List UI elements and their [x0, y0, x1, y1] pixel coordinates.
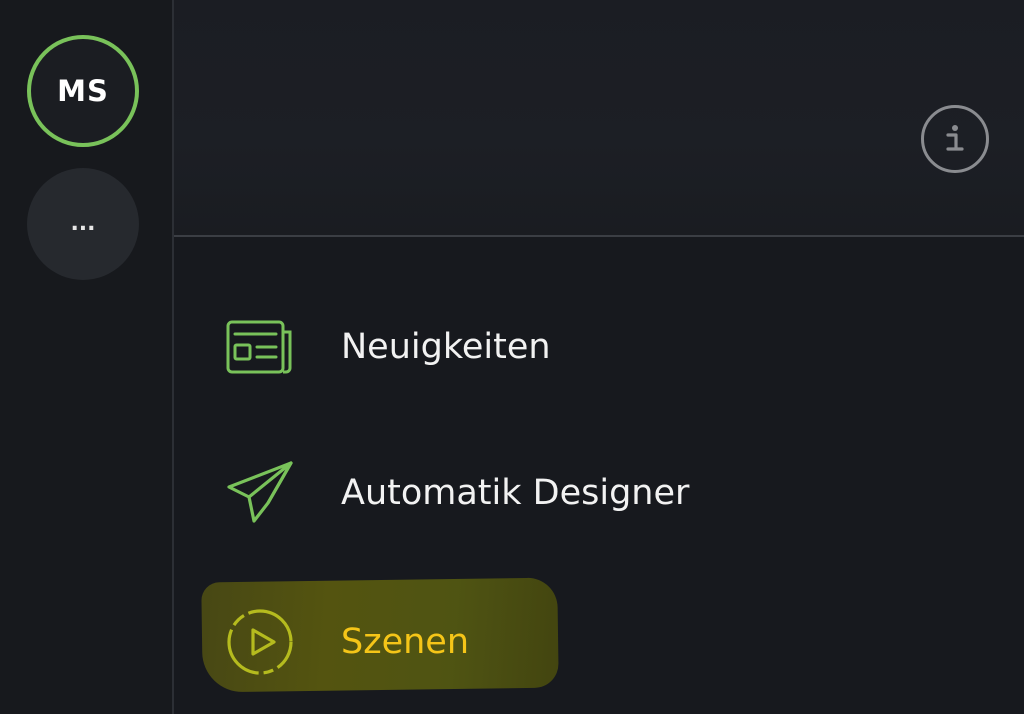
header — [174, 0, 1024, 237]
info-button[interactable] — [921, 105, 989, 173]
info-icon — [946, 125, 964, 151]
menu-item-scenes[interactable]: Szenen — [174, 582, 1024, 702]
paper-plane-icon — [224, 457, 296, 529]
menu-item-label: Neuigkeiten — [341, 327, 551, 367]
menu-item-label: Automatik Designer — [341, 473, 690, 513]
more-button[interactable]: ... — [27, 168, 139, 280]
account-sidebar: MS ... — [0, 0, 174, 714]
main-menu: Neuigkeiten Automatik Designer Szenen — [174, 237, 1024, 714]
menu-item-label: Szenen — [341, 622, 470, 662]
menu-item-automation-designer[interactable]: Automatik Designer — [174, 433, 1024, 553]
avatar-initials: MS — [57, 74, 109, 108]
avatar[interactable]: MS — [27, 35, 139, 147]
newspaper-icon — [224, 311, 296, 383]
menu-item-news[interactable]: Neuigkeiten — [174, 287, 1024, 407]
more-button-label: ... — [70, 211, 96, 236]
play-circle-icon — [224, 606, 296, 678]
app-window: MS ... Neuigkeiten Automatik Designer Sz… — [0, 0, 1024, 714]
